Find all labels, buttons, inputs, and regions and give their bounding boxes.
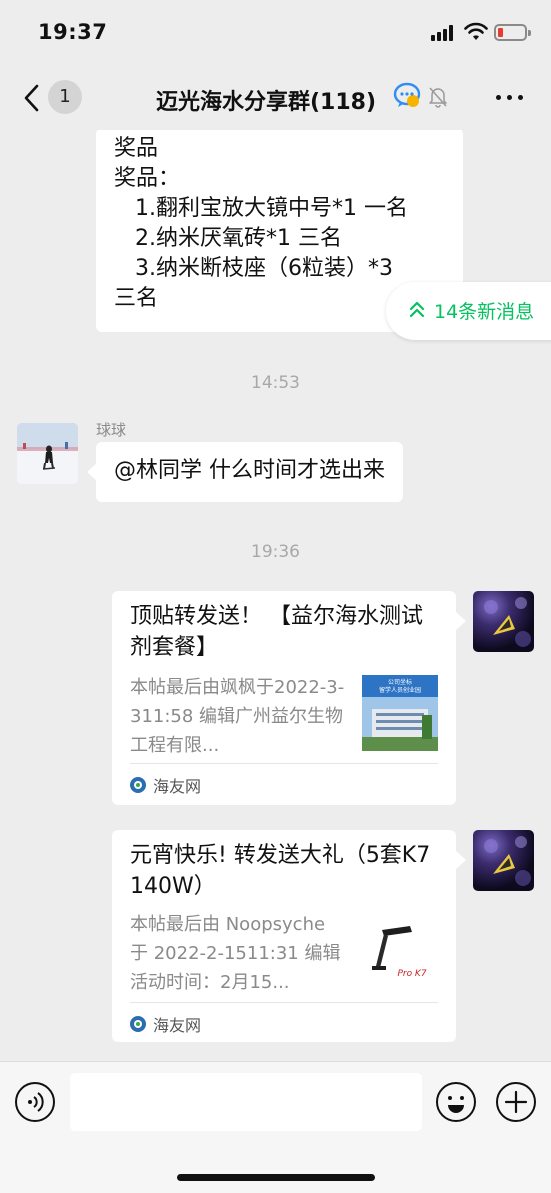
- double-chevron-up-icon: [409, 301, 425, 318]
- chevron-left-icon: [24, 84, 39, 112]
- skier-avatar-image: [17, 423, 78, 484]
- message-timestamp: 14:53: [251, 373, 300, 393]
- prize-line: 奖品：: [114, 166, 181, 191]
- emoji-button[interactable]: [436, 1082, 476, 1122]
- card-source: 海友网: [130, 773, 201, 797]
- prize-line: 1.翻利宝放大镜中号*1 一名: [114, 196, 408, 221]
- avatar[interactable]: [17, 423, 78, 484]
- card-divider: [130, 1002, 438, 1003]
- home-indicator[interactable]: [177, 1174, 375, 1181]
- text-message-bubble[interactable]: @林同学 什么时间才选出来: [96, 442, 403, 502]
- wifi-icon: [464, 22, 488, 40]
- bubble-tail: [456, 612, 466, 630]
- card-title: 元宵快乐! 转发送大礼（5套K7 140W）: [130, 843, 431, 899]
- more-dots-icon: [496, 95, 501, 100]
- unread-count-badge: 1: [48, 80, 82, 114]
- sender-name: 球球: [96, 421, 127, 439]
- card-description: 本帖最后由 Noopsyche 于 2022-2-1511:31 编辑活动时间：…: [130, 914, 341, 993]
- link-card[interactable]: 元宵快乐! 转发送大礼（5套K7 140W） 本帖最后由 Noopsyche 于…: [112, 830, 456, 1042]
- bubble-tail: [456, 851, 466, 869]
- card-description: 本帖最后由飒枫于2022-3-311:58 编辑广州益尔生物工程有限...: [130, 677, 345, 756]
- battery-icon: [494, 24, 531, 41]
- more-functions-button[interactable]: [496, 1082, 536, 1122]
- card-source: 海友网: [130, 1012, 201, 1036]
- card-thumbnail: 公司坐标 留学人员创业园: [362, 675, 438, 751]
- mute-bell-icon: [429, 87, 447, 108]
- card-divider: [130, 763, 438, 764]
- thumb-text: Pro K7: [397, 969, 426, 979]
- prize-line: 奖品: [114, 136, 159, 161]
- thumb-text: 留学人员创业园: [379, 686, 421, 694]
- haiyou-logo-icon: [130, 1016, 146, 1032]
- source-label: 海友网: [153, 1016, 202, 1035]
- back-button[interactable]: 1: [18, 78, 90, 118]
- thumb-text: 公司坐标: [388, 678, 412, 686]
- prize-line: 2.纳米厌氧砖*1 三名: [114, 226, 342, 251]
- card-thumbnail: Pro K7: [362, 916, 438, 992]
- fish-avatar-image: [484, 597, 531, 647]
- card-title: 顶贴转发送！ 【益尔海水测试剂套餐】: [130, 604, 423, 660]
- avatar[interactable]: [473, 830, 534, 891]
- message-timestamp: 19:36: [251, 542, 300, 562]
- status-bar: 19:37: [0, 0, 551, 64]
- chat-title: 迈光海水分享群(118): [156, 90, 377, 115]
- chat-header: 1 迈光海水分享群(118): [0, 64, 551, 130]
- voice-icon: [28, 1092, 44, 1112]
- plus-icon: [504, 1090, 528, 1114]
- signal-icon: [431, 25, 457, 41]
- prize-line: 3.纳米断枝座（6粒装）*3: [114, 256, 393, 281]
- source-label: 海友网: [153, 777, 202, 796]
- smiley-icon: [448, 1096, 464, 1113]
- new-messages-button[interactable]: 14条新消息: [386, 282, 551, 340]
- status-time: 19:37: [38, 20, 108, 44]
- new-messages-label: 14条新消息: [434, 301, 535, 323]
- more-options-button[interactable]: [494, 86, 526, 108]
- avatar[interactable]: [473, 591, 534, 652]
- link-card[interactable]: 顶贴转发送！ 【益尔海水测试剂套餐】 本帖最后由飒枫于2022-3-311:58…: [112, 591, 456, 805]
- voice-input-button[interactable]: [15, 1082, 55, 1122]
- haiyou-logo-icon: [130, 777, 146, 793]
- input-bar: [0, 1061, 551, 1193]
- chat-bubble-icon: [393, 82, 421, 107]
- chat-area[interactable]: 奖品 奖品： 1.翻利宝放大镜中号*1 一名 2.纳米厌氧砖*1 三名 3.纳米…: [0, 130, 551, 1061]
- fish-avatar-image: [484, 836, 531, 886]
- message-input[interactable]: [70, 1073, 422, 1131]
